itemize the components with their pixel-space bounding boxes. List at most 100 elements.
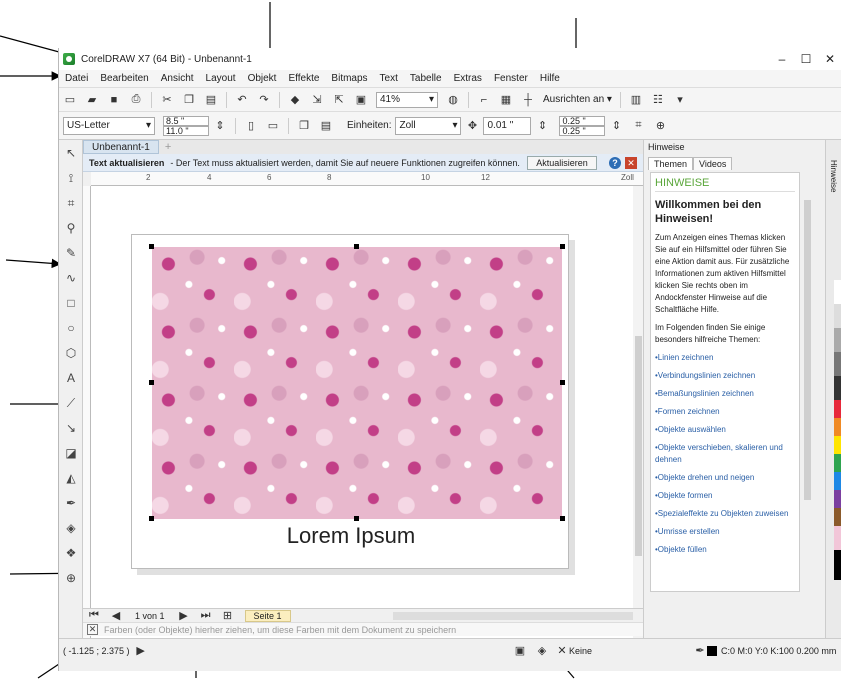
menu-objekt[interactable]: Objekt — [242, 73, 283, 84]
hint-link[interactable]: •Objekte formen — [655, 490, 795, 502]
no-color-icon[interactable]: ✕ — [87, 624, 98, 635]
ellipse-tool-icon[interactable]: ○ — [62, 319, 80, 337]
tab-themen[interactable]: Themen — [648, 157, 694, 170]
update-button[interactable]: Aktualisieren — [527, 156, 597, 170]
quick-customize-icon[interactable]: ▾ — [672, 92, 688, 108]
save-icon[interactable]: ■ — [106, 92, 122, 108]
menu-layout[interactable]: Layout — [200, 73, 242, 84]
selection-handle[interactable] — [149, 244, 154, 249]
canvas-text[interactable]: Lorem Ipsum — [132, 523, 570, 549]
current-page-icon[interactable]: ▤ — [318, 118, 334, 134]
paste-icon[interactable]: ▤ — [203, 92, 219, 108]
hint-link[interactable]: •Umrisse erstellen — [655, 526, 795, 538]
drawing-page[interactable]: Lorem Ipsum — [131, 234, 569, 569]
tab-videos[interactable]: Videos — [693, 157, 733, 170]
nudge-distance-input[interactable]: 0.01 " — [483, 116, 532, 135]
menu-bitmaps[interactable]: Bitmaps — [325, 73, 373, 84]
vertical-ruler[interactable] — [83, 186, 91, 656]
zoom-level-select[interactable]: 41% ▾ — [376, 91, 438, 108]
eyedropper-icon[interactable]: ✒ — [62, 494, 80, 512]
selection-handle[interactable] — [149, 380, 154, 385]
publish-pdf-icon[interactable]: ▣ — [353, 92, 369, 108]
menu-bearbeiten[interactable]: Bearbeiten — [94, 73, 154, 84]
undo-icon[interactable]: ↶ — [234, 92, 250, 108]
page-size-select[interactable]: US-Letter ▾ — [63, 116, 155, 135]
selection-handle[interactable] — [354, 244, 359, 249]
menu-hilfe[interactable]: Hilfe — [534, 73, 566, 84]
tab-unbenannt-1[interactable]: Unbenannt-1 — [83, 140, 159, 154]
duplicate-y-input[interactable]: 0.25 " — [559, 125, 606, 136]
selection-handle[interactable] — [560, 244, 565, 249]
help-icon[interactable]: ? — [609, 157, 621, 169]
hint-link[interactable]: •Linien zeichnen — [655, 352, 795, 364]
import-icon[interactable]: ⇲ — [309, 92, 325, 108]
connector-tool-icon[interactable]: ↘ — [62, 419, 80, 437]
color-proof-icon[interactable]: ▣ — [512, 643, 528, 659]
horizontal-ruler[interactable]: 2 4 6 8 10 12 Zoll — [91, 172, 643, 186]
maximize-button[interactable]: ☐ — [794, 48, 818, 70]
pick-tool-icon[interactable]: ↖ — [62, 144, 80, 162]
scrollbar-thumb[interactable] — [635, 336, 642, 556]
scrollbar-thumb[interactable] — [804, 200, 811, 500]
artistic-media-icon[interactable]: ∿ — [62, 269, 80, 287]
fill-bucket-icon[interactable]: ◈ — [534, 643, 550, 659]
print-icon[interactable]: ⎙ — [128, 92, 144, 108]
spinner-icon[interactable]: ⇕ — [608, 118, 624, 134]
hint-link[interactable]: •Objekte verschieben, skalieren und dehn… — [655, 442, 795, 466]
hint-link[interactable]: •Objekte auswählen — [655, 424, 795, 436]
menu-datei[interactable]: Datei — [59, 73, 94, 84]
show-rulers-icon[interactable]: ⌐ — [476, 92, 492, 108]
selection-handle[interactable] — [149, 516, 154, 521]
shape-tool-icon[interactable]: ⟟ — [62, 169, 80, 187]
copy-icon[interactable]: ❐ — [181, 92, 197, 108]
search-content-icon[interactable]: ◆ — [287, 92, 303, 108]
menu-effekte[interactable]: Effekte — [282, 73, 325, 84]
minimize-button[interactable]: – — [770, 48, 794, 70]
hint-link[interactable]: •Formen zeichnen — [655, 406, 795, 418]
show-guidelines-icon[interactable]: ┼ — [520, 92, 536, 108]
units-select[interactable]: Zoll ▾ — [395, 116, 462, 135]
hint-link[interactable]: •Bemaßungslinien zeichnen — [655, 388, 795, 400]
menu-tabelle[interactable]: Tabelle — [404, 73, 448, 84]
polygon-tool-icon[interactable]: ⬡ — [62, 344, 80, 362]
align-to-dropdown[interactable]: Ausrichten an ▾ — [539, 94, 616, 105]
hint-link[interactable]: •Spezialeffekte zu Objekten zuweisen — [655, 508, 795, 520]
menu-extras[interactable]: Extras — [448, 73, 488, 84]
menu-text[interactable]: Text — [374, 73, 404, 84]
docker-scrollbar[interactable] — [802, 180, 812, 590]
export-icon[interactable]: ⇱ — [331, 92, 347, 108]
freehand-tool-icon[interactable]: ✎ — [62, 244, 80, 262]
play-icon[interactable]: ▶ — [133, 643, 149, 659]
spinner-icon[interactable]: ⇕ — [212, 118, 228, 134]
interactive-fill-icon[interactable]: ◈ — [62, 519, 80, 537]
drop-shadow-icon[interactable]: ◪ — [62, 444, 80, 462]
landscape-icon[interactable]: ▭ — [265, 118, 281, 134]
text-tool-icon[interactable]: A — [62, 369, 80, 387]
all-pages-icon[interactable]: ❐ — [296, 118, 312, 134]
new-document-icon[interactable]: ▭ — [62, 92, 78, 108]
hint-link[interactable]: •Verbindungslinien zeichnen — [655, 370, 795, 382]
selection-handle[interactable] — [560, 380, 565, 385]
close-icon[interactable]: ✕ — [625, 157, 637, 169]
page-tab[interactable]: Seite 1 — [244, 609, 291, 622]
add-tool-icon[interactable]: ⊕ — [62, 569, 80, 587]
zoom-tool-icon[interactable]: ⚲ — [62, 219, 80, 237]
application-launcher-icon[interactable]: ▥ — [628, 92, 644, 108]
spinner-icon[interactable]: ⇕ — [534, 118, 550, 134]
crop-tool-icon[interactable]: ⌗ — [62, 194, 80, 212]
parallel-dimension-icon[interactable]: ⟋ — [62, 394, 80, 412]
page-width-input[interactable]: 8.5 " — [163, 115, 209, 126]
cut-icon[interactable]: ✂ — [159, 92, 175, 108]
options-icon[interactable]: ☷ — [650, 92, 666, 108]
smart-fill-icon[interactable]: ❖ — [62, 544, 80, 562]
hint-link[interactable]: •Objekte drehen und neigen — [655, 472, 795, 484]
horizontal-scrollbar[interactable] — [393, 612, 633, 620]
menu-fenster[interactable]: Fenster — [488, 73, 534, 84]
floral-pattern-image[interactable] — [152, 247, 562, 519]
open-folder-icon[interactable]: ▰ — [84, 92, 100, 108]
hint-link[interactable]: •Objekte füllen — [655, 544, 795, 556]
color-palette[interactable] — [834, 280, 841, 580]
full-screen-icon[interactable]: ◍ — [445, 92, 461, 108]
duplicate-x-input[interactable]: 0.25 " — [559, 115, 606, 126]
close-button[interactable]: ✕ — [818, 48, 841, 70]
